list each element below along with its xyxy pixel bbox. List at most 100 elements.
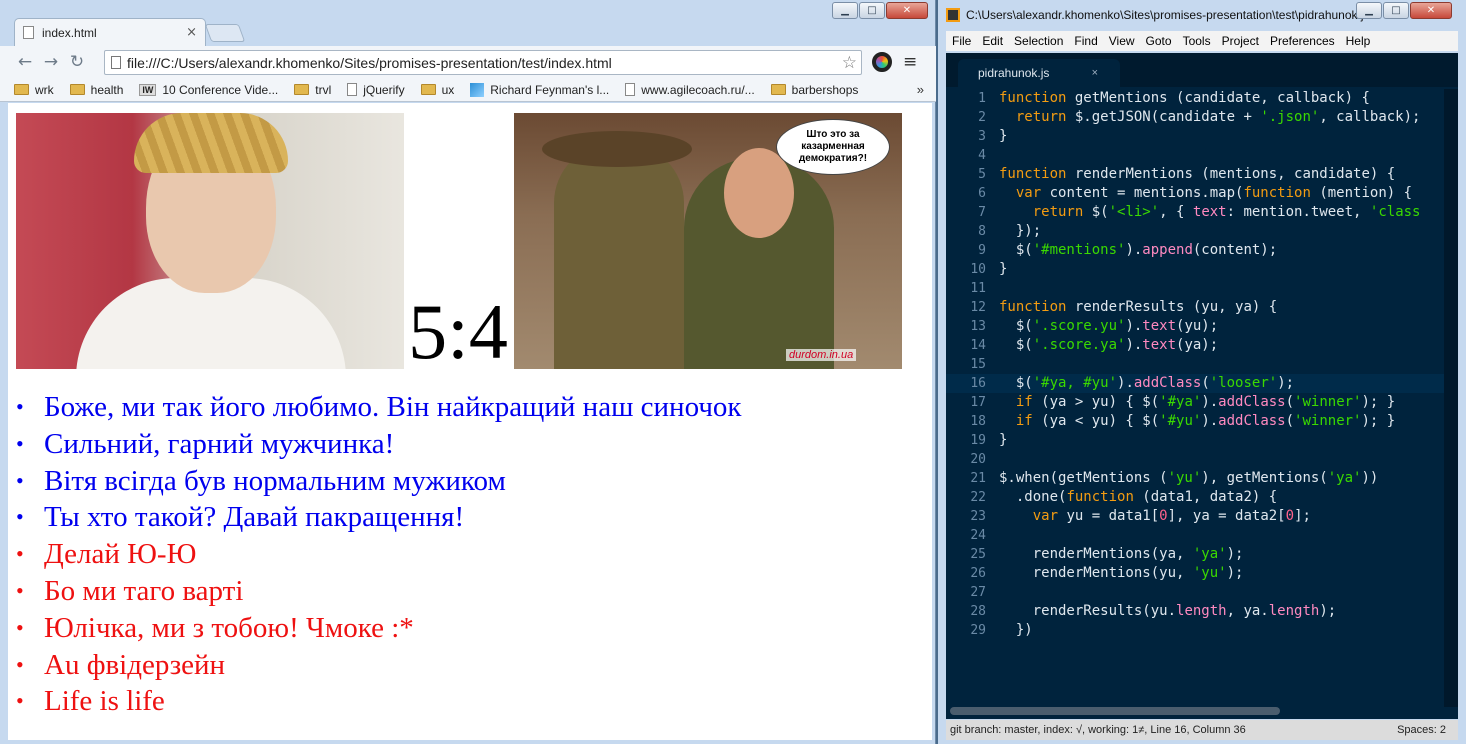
back-icon[interactable]: ← [12, 52, 38, 72]
code-line[interactable]: 11 [946, 279, 1444, 298]
bookmark-star-icon[interactable]: ☆ [842, 53, 861, 73]
bookmark-trvl[interactable]: trvl [294, 83, 331, 97]
bullet-icon: • [16, 504, 24, 530]
code-line[interactable]: 2 return $.getJSON(candidate + '.json', … [946, 108, 1444, 127]
code-line[interactable]: 14 $('.score.ya').text(ya); [946, 336, 1444, 355]
bookmark-label: www.agilecoach.ru/... [641, 82, 755, 97]
code-line[interactable]: 21 $.when(getMentions ('yu'), getMentions… [946, 469, 1444, 488]
menu-icon[interactable]: ≡ [903, 52, 917, 72]
code-line[interactable]: 24 [946, 526, 1444, 545]
code-line[interactable]: 23 var yu = data1[0], ya = data2[0]; [946, 507, 1444, 526]
line-number: 8 [978, 224, 986, 239]
horizontal-scrollbar[interactable] [950, 707, 1280, 715]
menu-item-preferences[interactable]: Preferences [1270, 34, 1335, 48]
bookmark-wrk[interactable]: wrk [14, 83, 54, 97]
editor-window-controls: ▁ □ ✕ [1356, 2, 1452, 19]
indentation-status[interactable]: Spaces: 2 [1397, 724, 1446, 736]
bullet-icon: • [16, 614, 24, 640]
line-number: 26 [970, 566, 986, 581]
new-tab-button[interactable] [204, 24, 246, 42]
speech-bubble: Што это за казарменная демократия?! [776, 119, 890, 175]
code-line[interactable]: 10} [946, 260, 1444, 279]
tab-index[interactable]: index.html × [14, 18, 206, 46]
code-text: return $('<li>', { text: mention.tweet, … [1032, 204, 1421, 220]
code-text: } [999, 261, 1008, 277]
extension-icon[interactable] [872, 52, 892, 72]
bookmark-agilecoach[interactable]: www.agilecoach.ru/... [625, 82, 755, 97]
code-line[interactable]: 6 var content = mentions.map(function (m… [946, 184, 1444, 203]
line-number: 1 [978, 91, 986, 106]
bookmarks-bar: wrk health IW 10 Conference Vide... trvl … [0, 78, 936, 102]
minimize-button[interactable]: ▁ [832, 2, 858, 19]
minimize-button[interactable]: ▁ [1356, 2, 1382, 19]
code-line[interactable]: 20 [946, 450, 1444, 469]
code-line[interactable]: 27 [946, 583, 1444, 602]
tab-pidrahunok[interactable]: pidrahunok.js × [958, 59, 1120, 87]
code-line[interactable]: 16 $('#ya, #yu').addClass('looser'); [946, 374, 1444, 393]
code-line[interactable]: 7 return $('<li>', { text: mention.tweet… [946, 203, 1444, 222]
close-tab-icon[interactable]: × [186, 25, 197, 40]
code-line[interactable]: 18 if (ya < yu) { $('#yu').addClass('win… [946, 412, 1444, 431]
code-text: } [999, 432, 1008, 448]
url-text: file:///C:/Users/alexandr.khomenko/Sites… [127, 54, 612, 71]
menu-item-project[interactable]: Project [1222, 34, 1259, 48]
bookmark-jquerify[interactable]: jQuerify [347, 82, 405, 97]
code-line[interactable]: 3} [946, 127, 1444, 146]
maximize-button[interactable]: □ [859, 2, 885, 19]
address-bar[interactable]: file:///C:/Users/alexandr.khomenko/Sites… [104, 50, 862, 75]
maximize-button[interactable]: □ [1383, 2, 1409, 19]
menu-item-tools[interactable]: Tools [1183, 34, 1211, 48]
menu-item-selection[interactable]: Selection [1014, 34, 1063, 48]
menu-item-find[interactable]: Find [1074, 34, 1097, 48]
code-line[interactable]: 25 renderMentions(ya, 'ya'); [946, 545, 1444, 564]
code-line[interactable]: 17 if (ya > yu) { $('#ya').addClass('win… [946, 393, 1444, 412]
code-line[interactable]: 8 }); [946, 222, 1444, 241]
reload-icon[interactable]: ↻ [64, 52, 90, 72]
code-line[interactable]: 29 }) [946, 621, 1444, 640]
code-line[interactable]: 12 function renderResults (yu, ya) { [946, 298, 1444, 317]
close-tab-icon[interactable]: × [1092, 67, 1098, 79]
code-line[interactable]: 28 renderResults(yu.length, ya.length); [946, 602, 1444, 621]
score-yu: 5 [408, 288, 448, 375]
line-number: 13 [970, 319, 986, 334]
line-number: 25 [970, 547, 986, 562]
code-line[interactable]: 22 .done(function (data1, data2) { [946, 488, 1444, 507]
code-line[interactable]: 1 function getMentions (candidate, callba… [946, 89, 1444, 108]
menu-item-help[interactable]: Help [1346, 34, 1371, 48]
code-line[interactable]: 4 [946, 146, 1444, 165]
code-text: $('#ya, #yu').addClass('looser'); [999, 375, 1295, 391]
code-line[interactable]: 26 renderMentions(yu, 'yu'); [946, 564, 1444, 583]
code-line[interactable]: 9 $('#mentions').append(content); [946, 241, 1444, 260]
code-line[interactable]: 5 function renderMentions (mentions, cand… [946, 165, 1444, 184]
editor-title-bar: C:\Users\alexandr.khomenko\Sites\promise… [946, 0, 1370, 30]
code-line[interactable]: 15 [946, 355, 1444, 374]
site-icon [470, 82, 485, 97]
menu-item-goto[interactable]: Goto [1146, 34, 1172, 48]
bookmark-conference[interactable]: IW 10 Conference Vide... [139, 83, 278, 97]
bookmark-feynman[interactable]: Richard Feynman's l... [470, 82, 609, 97]
bookmark-ux[interactable]: ux [420, 83, 454, 97]
code-text: var content = mentions.map(function (men… [1015, 185, 1413, 201]
line-number: 27 [970, 585, 986, 600]
close-button[interactable]: ✕ [886, 2, 928, 19]
menu-item-view[interactable]: View [1109, 34, 1135, 48]
bookmarks-overflow-icon[interactable]: » [917, 82, 924, 97]
tab-label: pidrahunok.js [978, 66, 1050, 80]
bookmark-barbershops[interactable]: barbershops [770, 83, 858, 97]
code-line[interactable]: 19} [946, 431, 1444, 450]
code-line[interactable]: 13 $('.score.yu').text(yu); [946, 317, 1444, 336]
close-button[interactable]: ✕ [1410, 2, 1452, 19]
vertical-scrollbar[interactable] [1444, 89, 1458, 707]
bookmark-health[interactable]: health [69, 83, 123, 97]
menu-item-file[interactable]: File [952, 34, 971, 48]
code-view[interactable]: 1 function getMentions (candidate, callba… [946, 89, 1444, 707]
line-number: 2 [978, 110, 986, 125]
line-number: 19 [970, 433, 986, 448]
code-text: var yu = data1[0], ya = data2[0]; [1032, 508, 1311, 524]
menu-item-edit[interactable]: Edit [982, 34, 1003, 48]
page-icon [625, 83, 636, 96]
bookmark-label: jQuerify [363, 82, 405, 97]
code-text: }); [999, 223, 1042, 239]
line-number: 9 [978, 243, 986, 258]
forward-icon[interactable]: → [38, 52, 64, 72]
